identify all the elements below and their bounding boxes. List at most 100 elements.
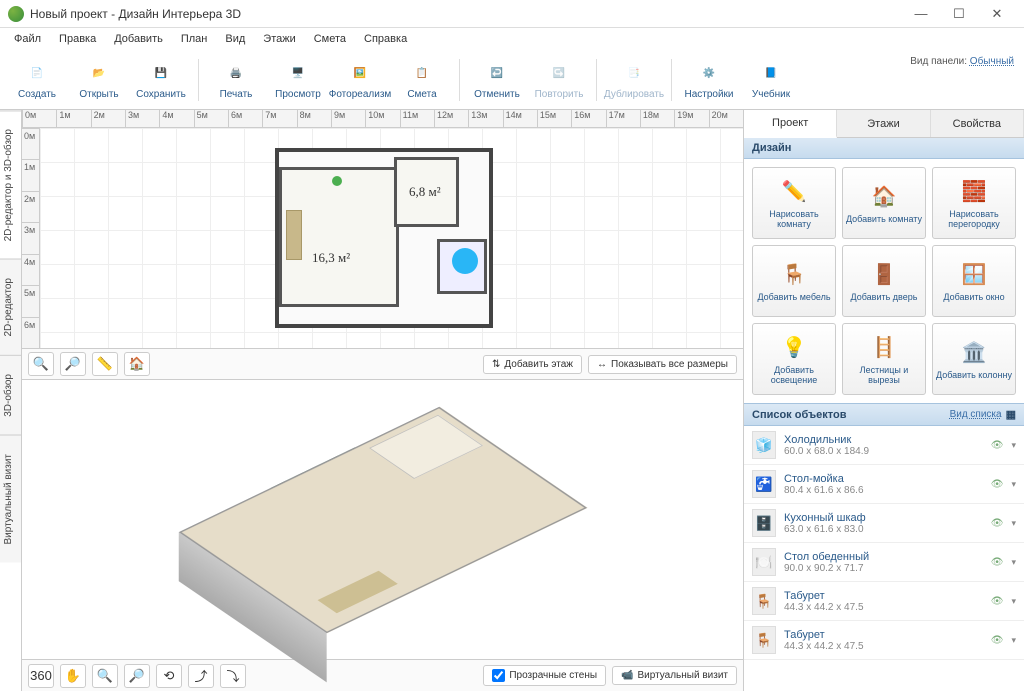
list-view-link[interactable]: Вид списка	[950, 409, 1002, 420]
vtab-virtual[interactable]: Виртуальный визит	[0, 435, 21, 563]
menu-floors[interactable]: Этажи	[255, 30, 303, 48]
zoom-out-3d-button[interactable]: 🔍	[92, 664, 118, 688]
toolbar-Учебник[interactable]: 📘Учебник	[740, 53, 802, 107]
show-dims-button[interactable]: ↔Показывать все размеры	[588, 355, 737, 374]
visibility-icon[interactable]: 👁	[991, 635, 1004, 646]
object-item[interactable]: 🗄️Кухонный шкаф63.0 x 61.6 x 83.0👁▾	[744, 504, 1024, 543]
expand-icon[interactable]: ▾	[1011, 518, 1016, 529]
toolbar-Создать[interactable]: 📄Создать	[6, 53, 68, 107]
expand-icon[interactable]: ▾	[1011, 479, 1016, 490]
floorplan-outline[interactable]: 16,3 м² 6,8 м²	[275, 148, 493, 328]
design-Добавить-окно[interactable]: 🪟 Добавить окно	[932, 245, 1016, 317]
plan-canvas[interactable]: 16,3 м² 6,8 м²	[40, 128, 743, 348]
design-Добавить-колонну[interactable]: 🏛️Добавить колонну	[932, 323, 1016, 395]
panel-view-value[interactable]: Обычный	[970, 56, 1014, 67]
toolbar-Фотореализм[interactable]: 🖼️Фотореализм	[329, 53, 391, 107]
object-item[interactable]: 🚰Стол-мойка80.4 x 61.6 x 86.6👁▾	[744, 465, 1024, 504]
tab-project[interactable]: Проект	[744, 110, 837, 138]
object-item[interactable]: 🪑Табурет44.3 x 44.2 x 47.5👁▾	[744, 582, 1024, 621]
list-view-icon[interactable]: ▦	[1006, 408, 1016, 421]
design-Добавить-освещение[interactable]: 💡Добавить освещение	[752, 323, 836, 395]
visibility-icon[interactable]: 👁	[991, 596, 1004, 607]
object-item[interactable]: 🧊Холодильник60.0 x 68.0 x 184.9👁▾	[744, 426, 1024, 465]
expand-icon[interactable]: ▾	[1011, 557, 1016, 568]
expand-icon[interactable]: ▾	[1011, 596, 1016, 607]
menu-bar: Файл Правка Добавить План Вид Этажи Смет…	[0, 28, 1024, 50]
object-name: Холодильник	[784, 434, 983, 446]
virtual-visit-button[interactable]: 📹Виртуальный визит	[612, 666, 737, 685]
expand-icon[interactable]: ▾	[1011, 635, 1016, 646]
design-Добавить-дверь[interactable]: 🚪Добавить дверь	[842, 245, 926, 317]
tab-properties[interactable]: Свойства	[931, 110, 1024, 137]
vtab-3d[interactable]: 3D-обзор	[0, 355, 21, 435]
home-button[interactable]: 🏠	[124, 352, 150, 376]
design-Добавить-комнату[interactable]: 🏠Добавить комнату	[842, 167, 926, 239]
panel-view-selector[interactable]: Вид панели: Обычный	[910, 56, 1014, 67]
menu-edit[interactable]: Правка	[51, 30, 104, 48]
design-label: Нарисовать комнату	[755, 209, 833, 229]
visibility-icon[interactable]: 👁	[991, 440, 1004, 451]
design-label: Добавить колонну	[936, 370, 1012, 380]
toolbar-Печать[interactable]: 🖨️Печать	[205, 53, 267, 107]
vtab-2d[interactable]: 2D-редактор	[0, 259, 21, 355]
toolbar-Просмотр[interactable]: 🖥️Просмотр	[267, 53, 329, 107]
expand-icon[interactable]: ▾	[1011, 440, 1016, 451]
visibility-icon[interactable]: 👁	[991, 518, 1004, 529]
view-3d-area[interactable]	[22, 380, 743, 659]
design-icon: 💡	[780, 334, 808, 362]
toolbar-Смета[interactable]: 📋Смета	[391, 53, 453, 107]
close-button[interactable]: ✕	[978, 0, 1016, 28]
tab-floors[interactable]: Этажи	[837, 110, 930, 137]
object-item[interactable]: 🪑Табурет44.3 x 44.2 x 47.5👁▾	[744, 621, 1024, 660]
objects-list[interactable]: 🧊Холодильник60.0 x 68.0 x 184.9👁▾🚰Стол-м…	[744, 426, 1024, 691]
vtab-2d-3d[interactable]: 2D-редактор и 3D-обзор	[0, 110, 21, 259]
menu-file[interactable]: Файл	[6, 30, 49, 48]
menu-estimate[interactable]: Смета	[306, 30, 354, 48]
toolbar-icon: ↩️	[483, 59, 511, 87]
design-label: Добавить дверь	[851, 292, 918, 302]
design-label: Добавить окно	[943, 292, 1004, 302]
design-Добавить-мебель[interactable]: 🪑Добавить мебель	[752, 245, 836, 317]
toolbar-Настройки[interactable]: ⚙️Настройки	[678, 53, 740, 107]
isometric-model[interactable]	[178, 406, 586, 632]
transparent-walls-input[interactable]	[492, 669, 505, 682]
transparent-walls-checkbox[interactable]: Прозрачные стены	[483, 665, 606, 686]
menu-view[interactable]: Вид	[217, 30, 253, 48]
design-Нарисовать-комнату[interactable]: ✏️ Нарисовать комнату	[752, 167, 836, 239]
toolbar-Отменить[interactable]: ↩️Отменить	[466, 53, 528, 107]
dims-icon: ↔	[597, 359, 607, 370]
zoom-in-button[interactable]: 🔎	[60, 352, 86, 376]
tilt-down-button[interactable]: ⤵	[220, 664, 246, 688]
pan-button[interactable]: ✋	[60, 664, 86, 688]
furniture-sofa[interactable]	[286, 210, 302, 260]
zoom-in-3d-button[interactable]: 🔎	[124, 664, 150, 688]
toolbar-Открыть[interactable]: 📂Открыть	[68, 53, 130, 107]
add-floor-button[interactable]: ⇅Добавить этаж	[483, 355, 582, 374]
toolbar-Сохранить[interactable]: 💾Сохранить	[130, 53, 192, 107]
object-dims: 60.0 x 68.0 x 184.9	[784, 446, 983, 457]
menu-add[interactable]: Добавить	[106, 30, 171, 48]
reset-view-button[interactable]: ⟲	[156, 664, 182, 688]
maximize-button[interactable]: ☐	[940, 0, 978, 28]
design-icon: ✏️	[780, 178, 808, 206]
rotate-360-button[interactable]: 360	[28, 664, 54, 688]
design-Лестницы-и-вырезы[interactable]: 🪜Лестницы и вырезы	[842, 323, 926, 395]
menu-help[interactable]: Справка	[356, 30, 415, 48]
window-title: Новый проект - Дизайн Интерьера 3D	[30, 7, 902, 21]
plan-2d-area[interactable]: 0м1м2м3м4м5м6м 16,3 м² 6,8 м²	[22, 128, 743, 348]
visibility-icon[interactable]: 👁	[991, 557, 1004, 568]
design-icon: 🪟	[960, 261, 988, 289]
room-1[interactable]: 16,3 м²	[279, 167, 399, 307]
tilt-up-button[interactable]: ⤴	[188, 664, 214, 688]
zoom-out-button[interactable]: 🔍	[28, 352, 54, 376]
measure-button[interactable]: 📏	[92, 352, 118, 376]
furniture-plant[interactable]	[332, 176, 342, 186]
room-2[interactable]: 6,8 м²	[394, 157, 459, 227]
design-Нарисовать-перегородку[interactable]: 🧱Нарисовать перегородку	[932, 167, 1016, 239]
minimize-button[interactable]: —	[902, 0, 940, 28]
room-bathroom[interactable]	[437, 239, 487, 294]
object-item[interactable]: 🍽️Стол обеденный90.0 x 90.2 x 71.7👁▾	[744, 543, 1024, 582]
visibility-icon[interactable]: 👁	[991, 479, 1004, 490]
menu-plan[interactable]: План	[173, 30, 216, 48]
toolbar-icon: 💾	[147, 59, 175, 87]
